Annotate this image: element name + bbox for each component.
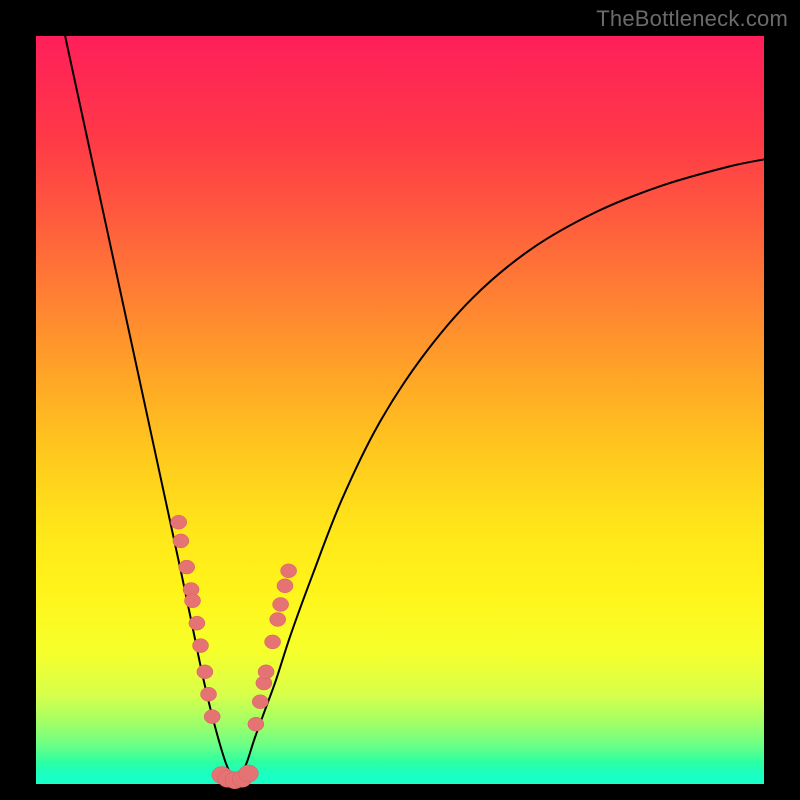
data-point <box>281 564 297 578</box>
data-point <box>197 665 213 679</box>
data-point <box>273 597 289 611</box>
data-point <box>192 639 208 653</box>
data-point <box>277 579 293 593</box>
watermark-label: TheBottleneck.com <box>596 6 788 32</box>
right-curve-line <box>236 159 764 784</box>
plot-area <box>36 36 764 784</box>
curve-overlay <box>36 36 764 784</box>
data-point <box>252 695 268 709</box>
data-point <box>173 534 189 548</box>
data-point <box>204 710 220 724</box>
scatter-dots <box>171 515 297 789</box>
data-point <box>200 687 216 701</box>
data-point <box>179 560 195 574</box>
data-point <box>239 765 259 782</box>
data-point <box>258 665 274 679</box>
data-point <box>265 635 281 649</box>
data-point <box>184 594 200 608</box>
data-point <box>189 616 205 630</box>
data-point <box>248 717 264 731</box>
data-point <box>270 612 286 626</box>
chart-stage: TheBottleneck.com <box>0 0 800 800</box>
data-point <box>171 515 187 529</box>
